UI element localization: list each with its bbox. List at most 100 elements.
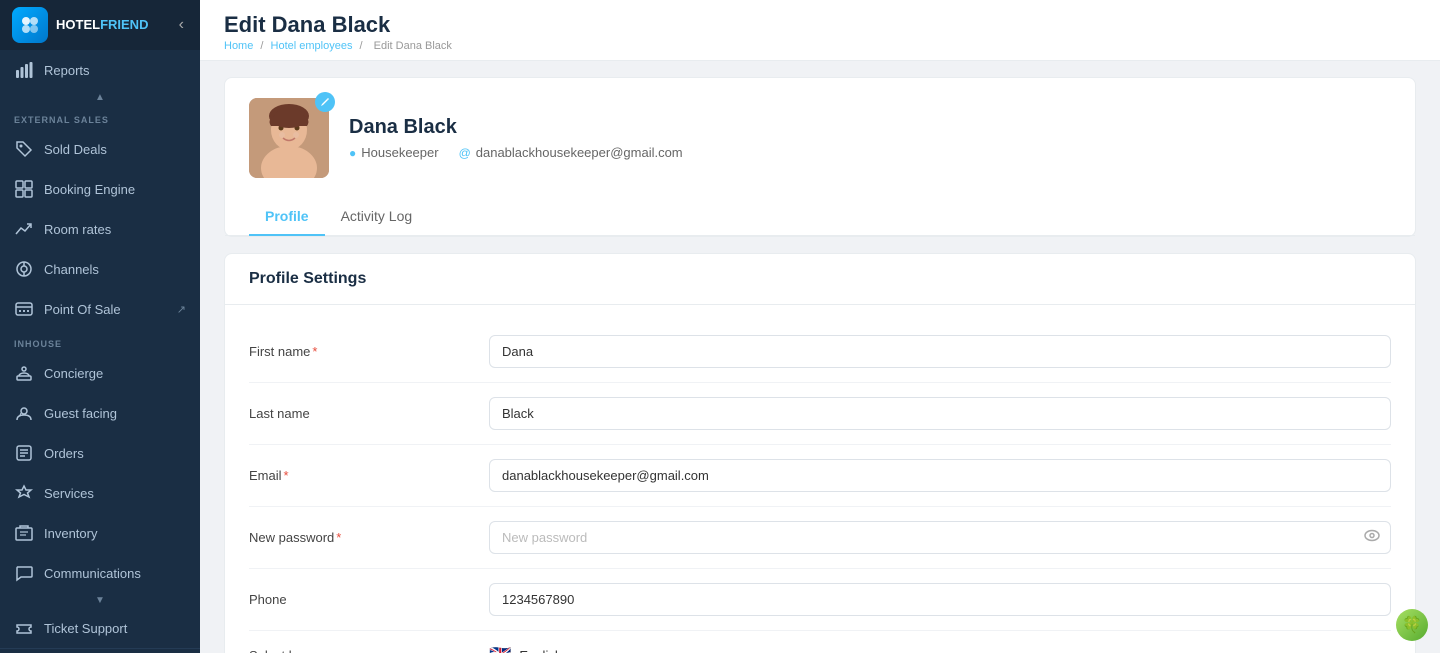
sidebar-item-inventory[interactable]: Inventory <box>0 513 200 553</box>
form-row-language: Select language 🇬🇧 English <box>249 631 1391 653</box>
label-language: Select language <box>249 648 489 653</box>
sidebar: HOTELFRIEND ‹ Reports ▲ EXTERNAL SALES S… <box>0 0 200 653</box>
language-text: English <box>519 648 562 653</box>
language-select-wrap: 🇬🇧 English <box>489 645 1391 653</box>
sidebar-item-concierge-label: Concierge <box>44 366 103 381</box>
logo-icon <box>12 7 48 43</box>
sidebar-item-ticket-support-label: Ticket Support <box>44 621 127 636</box>
sidebar-item-room-rates-label: Room rates <box>44 222 111 237</box>
sidebar-item-concierge[interactable]: Concierge <box>0 353 200 393</box>
sidebar-item-room-rates[interactable]: Room rates <box>0 209 200 249</box>
guest-icon <box>14 403 34 423</box>
channels-icon <box>14 259 34 279</box>
sidebar-user: S Sofia @Hotel Admin → <box>0 648 200 653</box>
profile-role-text: Housekeeper <box>361 145 438 160</box>
form-row-email: Email* <box>249 445 1391 507</box>
form-row-last-name: Last name <box>249 383 1391 445</box>
label-phone: Phone <box>249 592 489 607</box>
email-input[interactable] <box>489 459 1391 492</box>
email-icon: @ <box>459 146 471 160</box>
inventory-icon <box>14 523 34 543</box>
breadcrumb: Home / Hotel employees / Edit Dana Black <box>224 40 1416 52</box>
sidebar-item-reports[interactable]: Reports <box>0 50 200 90</box>
content-area: Dana Black ● Housekeeper @ danablackhous… <box>200 61 1440 653</box>
comm-icon <box>14 563 34 583</box>
form-row-first-name: First name* <box>249 321 1391 383</box>
breadcrumb-section[interactable]: Hotel employees <box>271 40 353 52</box>
last-name-input[interactable] <box>489 397 1391 430</box>
input-wrap-language: 🇬🇧 English <box>489 645 1391 653</box>
form-row-new-password: New password* <box>249 507 1391 569</box>
tag-icon <box>14 139 34 159</box>
sidebar-item-channels[interactable]: Channels <box>0 249 200 289</box>
sidebar-item-communications[interactable]: Communications <box>0 553 200 593</box>
sidebar-item-sold-deals[interactable]: Sold Deals <box>0 129 200 169</box>
sidebar-item-guest-facing[interactable]: Guest facing <box>0 393 200 433</box>
settings-body: First name* Last name <box>225 305 1415 653</box>
tab-activity-log[interactable]: Activity Log <box>325 198 429 236</box>
profile-card: Dana Black ● Housekeeper @ danablackhous… <box>224 77 1416 237</box>
scroll-down-indicator: ▼ <box>0 593 200 608</box>
pos-icon <box>14 299 34 319</box>
tab-profile-label: Profile <box>265 208 309 224</box>
sidebar-item-channels-label: Channels <box>44 262 99 277</box>
input-wrap-email <box>489 459 1391 492</box>
settings-header: Profile Settings <box>225 254 1415 305</box>
new-password-input[interactable] <box>489 521 1391 554</box>
sidebar-item-pos-label: Point Of Sale <box>44 302 121 317</box>
password-wrap <box>489 521 1391 554</box>
phone-input[interactable] <box>489 583 1391 616</box>
page-header: Edit Dana Black Home / Hotel employees /… <box>200 0 1440 61</box>
services-icon <box>14 483 34 503</box>
sidebar-item-communications-label: Communications <box>44 566 141 581</box>
profile-photo-wrapper <box>249 98 329 178</box>
profile-role: ● Housekeeper <box>349 145 439 160</box>
sidebar-logo: HOTELFRIEND ‹ <box>0 0 200 50</box>
form-row-phone: Phone <box>249 569 1391 631</box>
role-icon: ● <box>349 146 356 160</box>
chart-icon <box>14 60 34 80</box>
label-last-name: Last name <box>249 406 489 421</box>
sidebar-collapse-button[interactable]: ‹ <box>175 12 188 38</box>
inhouse-label: INHOUSE <box>0 329 200 353</box>
label-email: Email* <box>249 468 489 483</box>
profile-info: Dana Black ● Housekeeper @ danablackhous… <box>349 116 1391 160</box>
input-wrap-new-password <box>489 521 1391 554</box>
sidebar-item-booking-engine[interactable]: Booking Engine <box>0 169 200 209</box>
toggle-password-visibility-button[interactable] <box>1363 526 1381 549</box>
first-name-input[interactable] <box>489 335 1391 368</box>
sidebar-item-booking-engine-label: Booking Engine <box>44 182 135 197</box>
required-asterisk-pw: * <box>336 530 341 545</box>
yoyo-icon: 🍀 <box>1396 609 1428 641</box>
bottom-logo: 🍀 <box>1396 609 1428 641</box>
settings-card: Profile Settings First name* Last name <box>224 253 1416 653</box>
sidebar-item-orders-label: Orders <box>44 446 84 461</box>
orders-icon <box>14 443 34 463</box>
sidebar-item-orders[interactable]: Orders <box>0 433 200 473</box>
breadcrumb-current: Edit Dana Black <box>374 40 452 52</box>
profile-email: @ danablackhousekeeper@gmail.com <box>459 145 683 160</box>
breadcrumb-sep-2: / <box>360 40 363 52</box>
input-wrap-first-name <box>489 335 1391 368</box>
breadcrumb-sep-1: / <box>260 40 263 52</box>
profile-header: Dana Black ● Housekeeper @ danablackhous… <box>225 78 1415 198</box>
concierge-icon <box>14 363 34 383</box>
main-content: Edit Dana Black Home / Hotel employees /… <box>200 0 1440 653</box>
required-asterisk-email: * <box>284 468 289 483</box>
sidebar-item-ticket-support[interactable]: Ticket Support <box>0 608 200 648</box>
label-first-name: First name* <box>249 344 489 359</box>
external-sales-label: EXTERNAL SALES <box>0 105 200 129</box>
breadcrumb-home[interactable]: Home <box>224 40 253 52</box>
photo-edit-button[interactable] <box>315 92 335 112</box>
input-wrap-last-name <box>489 397 1391 430</box>
profile-tabs: Profile Activity Log <box>225 198 1415 236</box>
external-link-icon: ↗ <box>177 303 186 316</box>
ticket-icon <box>14 618 34 638</box>
tab-profile[interactable]: Profile <box>249 198 325 236</box>
grid-icon <box>14 179 34 199</box>
sidebar-item-services[interactable]: Services <box>0 473 200 513</box>
input-wrap-phone <box>489 583 1391 616</box>
sidebar-item-point-of-sale[interactable]: Point Of Sale ↗ <box>0 289 200 329</box>
sidebar-item-sold-deals-label: Sold Deals <box>44 142 107 157</box>
sidebar-item-inventory-label: Inventory <box>44 526 97 541</box>
